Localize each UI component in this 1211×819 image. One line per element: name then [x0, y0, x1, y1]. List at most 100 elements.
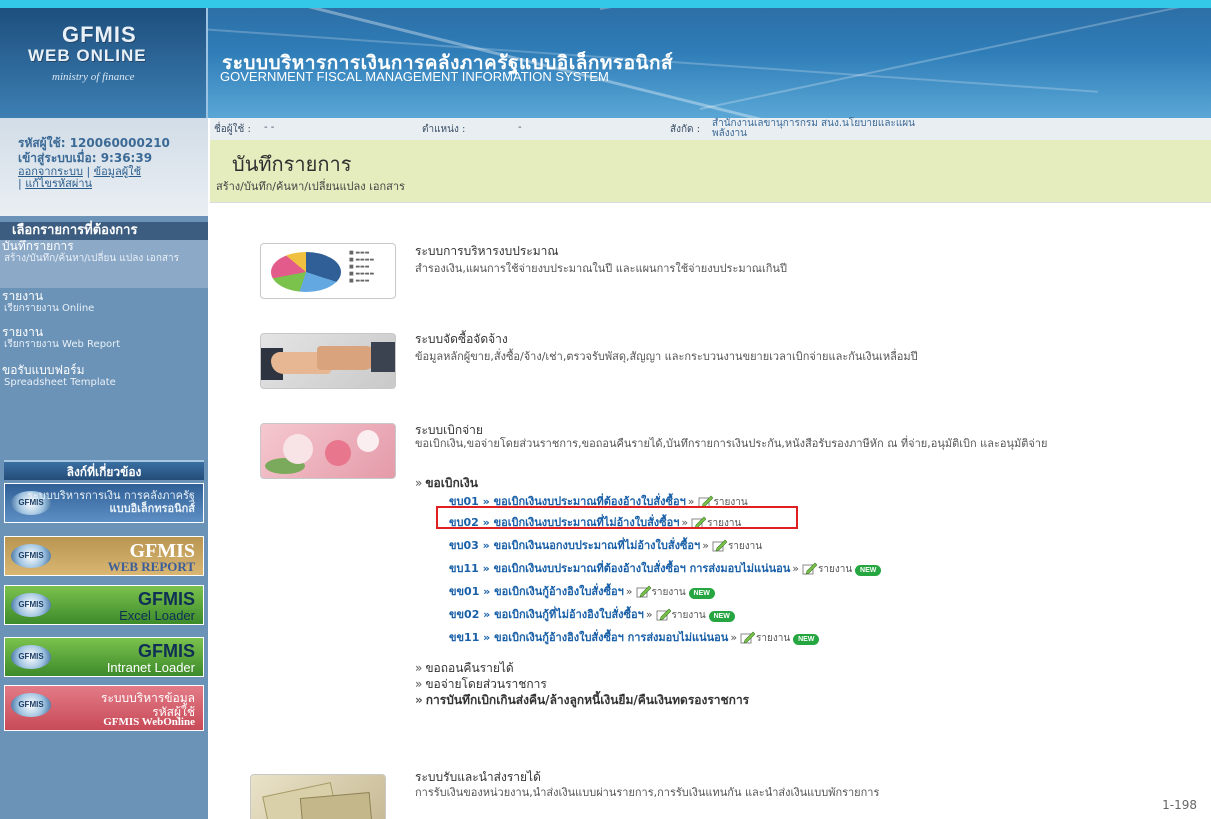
banner-user-management[interactable]: GFMIS ระบบบริหารข้อมูล รหัสผู้ใช้ GFMIS … — [4, 685, 204, 731]
flowers-image[interactable] — [260, 423, 396, 479]
section-agency-pay-label: ขอจ่ายโดยส่วนราชการ — [425, 677, 547, 691]
link-row: ขบ03 » ขอเบิกเงินนอกงบประมาณที่ไม่อ้างใบ… — [449, 539, 763, 552]
page-header: บันทึกรายการ สร้าง/บันทึก/ค้นหา/เปลี่ยนแ… — [210, 140, 1211, 202]
sidebar-item-sub: เรียกรายงาน Online — [4, 303, 95, 314]
form-link-kk11[interactable]: ขข11 » ขอเบิกเงินกู้อ้างอิงใบสั่งซื้อฯ ก… — [449, 631, 728, 644]
logo-line2: WEB ONLINE — [28, 46, 147, 65]
user-info-bar: ชื่อผู้ใช้ : - - ตำแหน่ง : - สังกัด : สำ… — [210, 118, 1211, 140]
report-edit-icon[interactable] — [802, 562, 818, 575]
menu-header: เลือกรายการที่ต้องการ — [0, 222, 208, 240]
sidebar-item-sub: เรียกรายงาน Web Report — [4, 339, 121, 350]
gfmis-badge-icon: GFMIS — [11, 645, 51, 669]
sidebar-item-sub: Spreadsheet Template — [4, 377, 116, 388]
system-desc-disbursement: ขอเบิกเงิน,ขอจ่ายโดยส่วนราชการ,ขอถอนคืนร… — [415, 437, 1048, 450]
section-withdraw[interactable]: » ขอเบิกเงิน — [415, 474, 478, 493]
banner-line2: Excel Loader — [119, 608, 195, 623]
report-link[interactable]: รายงาน — [672, 610, 706, 621]
highlight-box — [436, 506, 798, 529]
sidebar-item-title: รายงาน — [2, 289, 44, 303]
position-label: ตำแหน่ง : — [422, 124, 466, 135]
page-number: 1-198 — [1162, 798, 1197, 812]
header-banner: GFMIS WEB ONLINE ministry of finance ระบ… — [0, 8, 1211, 118]
report-edit-icon[interactable] — [636, 585, 651, 598]
banner-line1: GFMIS — [138, 641, 195, 661]
form-link-kk02[interactable]: ขข02 » ขอเบิกเงินกู้ที่ไม่อ้างอิงใบสั่งซ… — [449, 608, 644, 621]
form-link-kk01[interactable]: ขข01 » ขอเบิกเงินกู้อ้างอิงใบสั่งซื้อฯ — [449, 585, 624, 598]
banner-gfmis-thai[interactable]: GFMIS ระบบบริหารการเงิน การคลังภาครัฐ แบ… — [4, 483, 204, 523]
change-password-link[interactable]: แก้ไขรหัสผ่าน — [25, 177, 92, 190]
header-decoration — [599, 8, 1093, 10]
double-chevron-icon: » — [415, 693, 423, 707]
sidebar-item-title: รายงาน — [2, 325, 44, 339]
user-profile-link[interactable]: ข้อมูลผู้ใช้ — [94, 165, 141, 178]
main-content: ชื่อผู้ใช้ : - - ตำแหน่ง : - สังกัด : สำ… — [210, 118, 1211, 819]
flower-bloom — [283, 434, 313, 464]
budget-chart-image[interactable]: ■ ▬▬▬ ■ ▬▬▬▬ ■ ▬▬▬ ■ ▬▬▬▬ ■ ▬▬▬ — [260, 243, 396, 299]
new-badge: NEW — [855, 565, 882, 576]
banner-excel-loader[interactable]: GFMIS GFMIS Excel Loader — [4, 585, 204, 625]
banner-intranet-loader[interactable]: GFMIS GFMIS Intranet Loader — [4, 637, 204, 677]
banknotes-image[interactable] — [250, 774, 386, 819]
system-title-english: GOVERNMENT FISCAL MANAGEMENT INFORMATION… — [220, 69, 609, 84]
page-title: บันทึกรายการ — [232, 152, 352, 176]
new-badge: NEW — [708, 611, 735, 622]
banner-line1: GFMIS — [138, 589, 195, 609]
user-id-value: 120060000210 — [69, 136, 170, 150]
banner-web-report[interactable]: GFMIS GFMIS WEB REPORT — [4, 536, 204, 576]
banner-line3: GFMIS WebOnline — [103, 716, 195, 728]
report-link[interactable]: รายงาน — [756, 633, 790, 644]
affiliation-label: สังกัด : — [670, 124, 701, 135]
top-accent-strip — [0, 0, 1211, 8]
sidebar-item-title: บันทึกรายการ — [2, 239, 74, 253]
user-name-label: ชื่อผู้ใช้ : — [214, 124, 251, 135]
sidebar-item-report-web[interactable]: รายงาน เรียกรายงาน Web Report — [0, 326, 208, 362]
logo-line3: ministry of finance — [52, 71, 135, 83]
gfmis-badge-icon: GFMIS — [11, 593, 51, 617]
handshake-image[interactable] — [260, 333, 396, 389]
section-record[interactable]: » การบันทึกเบิกเกินส่งคืน/ล้างลูกหนี้เงิน… — [415, 691, 749, 710]
link-row: ขข01 » ขอเบิกเงินกู้อ้างอิงใบสั่งซื้อฯ» ร… — [449, 582, 715, 600]
user-name-value: - - — [264, 122, 275, 133]
login-time-line: เข้าสู่ระบบเมื่อ: 9:36:39 — [18, 151, 208, 166]
form-link-kb03[interactable]: ขบ03 » ขอเบิกเงินนอกงบประมาณที่ไม่อ้างใบ… — [449, 539, 700, 552]
login-time-label: เข้าสู่ระบบเมื่อ: — [18, 151, 97, 165]
sidebar-item-title: ขอรับแบบฟอร์ม — [2, 363, 85, 377]
logo-line1: GFMIS — [62, 22, 137, 47]
user-id-label: รหัสผู้ใช้: — [18, 136, 66, 150]
link-row: ขข02 » ขอเบิกเงินกู้ที่ไม่อ้างอิงใบสั่งซ… — [449, 605, 735, 623]
gfmis-logo: GFMIS WEB ONLINE ministry of finance — [0, 8, 208, 118]
position-value: - — [518, 122, 522, 133]
report-link[interactable]: รายงาน — [652, 587, 686, 598]
double-chevron-icon: » — [415, 677, 423, 691]
flower-bloom — [357, 430, 379, 452]
related-links-header: ลิงก์ที่เกี่ยวข้อง — [4, 460, 204, 480]
system-desc-revenue: การรับเงินของหน่วยงาน,นำส่งเงินแบบผ่านรา… — [415, 786, 880, 799]
user-info-box: รหัสผู้ใช้: 120060000210 เข้าสู่ระบบเมื่… — [0, 118, 208, 216]
sidebar-item-report-online[interactable]: รายงาน เรียกรายงาน Online — [0, 290, 208, 324]
banner-line2: แบบอิเล็กทรอนิกส์ — [109, 502, 195, 515]
link-row: ขข11 » ขอเบิกเงินกู้อ้างอิงใบสั่งซื้อฯ ก… — [449, 628, 820, 646]
header-decoration — [699, 8, 1190, 110]
handshake-hand-right — [317, 346, 377, 370]
pie-chart-icon — [271, 252, 341, 292]
link-row: ขบ11 » ขอเบิกเงินงบประมาณที่ต้องอ้างใบสั… — [449, 559, 882, 577]
handshake-sleeve-right — [371, 342, 395, 372]
divider — [210, 202, 1211, 203]
affiliation-value: สำนักงานเลขานุการกรม สนง.นโยบายและแผนพลั… — [712, 118, 915, 139]
section-withdraw-label: ขอเบิกเงิน — [425, 476, 478, 490]
new-badge: NEW — [688, 588, 715, 599]
report-edit-icon[interactable] — [740, 631, 756, 644]
new-badge: NEW — [793, 634, 820, 645]
system-desc-budget: สำรองเงิน,แผนการใช้จ่ายงบประมาณในปี และแ… — [415, 262, 787, 275]
double-chevron-icon: » — [415, 476, 423, 490]
report-link[interactable]: รายงาน — [818, 564, 852, 575]
report-edit-icon[interactable] — [656, 608, 671, 621]
page-subtitle: สร้าง/บันทึก/ค้นหา/เปลี่ยนแปลง เอกสาร — [216, 180, 405, 193]
form-link-kb11[interactable]: ขบ11 » ขอเบิกเงินงบประมาณที่ต้องอ้างใบสั… — [449, 562, 790, 575]
section-refund-label: ขอถอนคืนรายได้ — [425, 661, 514, 675]
report-edit-icon[interactable] — [712, 539, 727, 552]
report-link[interactable]: รายงาน — [728, 541, 762, 552]
sidebar-item-record[interactable]: บันทึกรายการ สร้าง/บันทึก/ค้นหา/เปลี่ยน … — [0, 240, 208, 288]
sidebar-item-forms[interactable]: ขอรับแบบฟอร์ม Spreadsheet Template — [0, 364, 208, 402]
gfmis-badge-icon: GFMIS — [11, 693, 51, 717]
